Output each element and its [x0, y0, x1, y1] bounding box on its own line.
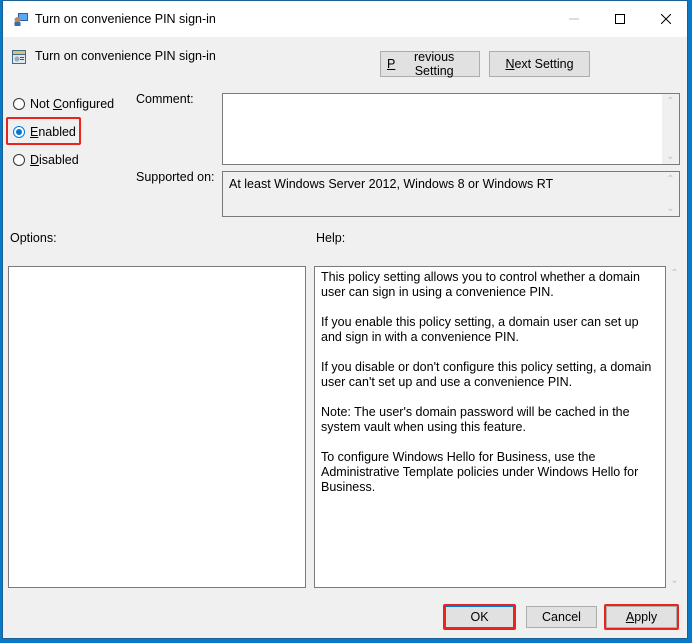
scroll-up-icon[interactable]: ⌃ [662, 96, 679, 107]
enabled-highlight-annotation [6, 117, 81, 145]
help-paragraph: If you enable this policy setting, a dom… [321, 315, 639, 344]
maximize-icon [615, 14, 625, 24]
help-label: Help: [316, 231, 346, 245]
scroll-up-icon[interactable]: ⌃ [666, 268, 683, 279]
next-setting-button[interactable]: Next Setting [489, 51, 590, 77]
comment-scrollbar[interactable]: ⌃ ⌄ [662, 94, 679, 164]
ok-highlight-annotation [443, 604, 516, 630]
radio-not-configured[interactable]: Not Configured [13, 97, 114, 111]
maximize-button[interactable] [597, 1, 643, 37]
radio-circle[interactable] [13, 98, 25, 110]
supported-on-field: At least Windows Server 2012, Windows 8 … [222, 171, 680, 217]
help-panel: This policy setting allows you to contro… [314, 266, 666, 588]
close-icon [661, 14, 671, 24]
apply-highlight-annotation [604, 604, 679, 630]
comment-label: Comment: [136, 92, 194, 106]
title-bar[interactable]: Turn on convenience PIN sign-in [3, 1, 687, 37]
radio-disabled[interactable]: Disabled [13, 153, 79, 167]
help-paragraph: Note: The user's domain password will be… [321, 405, 630, 434]
help-paragraph: If you disable or don't configure this p… [321, 360, 652, 389]
scroll-down-icon[interactable]: ⌄ [662, 151, 679, 162]
previous-setting-button[interactable]: Previous Setting [380, 50, 480, 78]
policy-editor-icon [14, 13, 28, 26]
cancel-button[interactable]: Cancel [526, 606, 597, 628]
radio-label: Not Configured [30, 97, 115, 111]
scroll-down-icon[interactable]: ⌄ [666, 575, 683, 586]
next-accel: N [505, 57, 515, 71]
supported-scrollbar[interactable]: ⌃ ⌄ [662, 172, 679, 216]
help-text: This policy setting allows you to contro… [321, 270, 661, 510]
help-scrollbar[interactable]: ⌃ ⌄ [666, 266, 683, 588]
supported-on-label: Supported on: [136, 170, 215, 184]
help-paragraph: This policy setting allows you to contro… [321, 270, 640, 299]
options-panel [8, 266, 306, 588]
help-paragraph: To configure Windows Hello for Business,… [321, 450, 639, 494]
supported-on-value: At least Windows Server 2012, Windows 8 … [229, 177, 554, 191]
scroll-up-icon[interactable]: ⌃ [662, 174, 679, 185]
setting-title: Turn on convenience PIN sign-in [35, 49, 216, 63]
window-title: Turn on convenience PIN sign-in [35, 12, 216, 26]
previous-accel: P [387, 57, 396, 71]
policy-setting-icon [12, 50, 26, 64]
minimize-icon [569, 18, 579, 20]
scroll-down-icon[interactable]: ⌄ [662, 203, 679, 214]
close-button[interactable] [643, 1, 689, 37]
radio-label: Disabled [30, 153, 79, 167]
policy-dialog-window: Turn on convenience PIN sign-in Turn on … [2, 0, 688, 639]
radio-circle[interactable] [13, 154, 25, 166]
comment-textarea[interactable]: ⌃ ⌄ [222, 93, 680, 165]
next-label: ext Setting [514, 57, 574, 71]
previous-label: revious Setting [414, 50, 455, 78]
options-label: Options: [10, 231, 57, 245]
minimize-button[interactable] [551, 1, 597, 37]
